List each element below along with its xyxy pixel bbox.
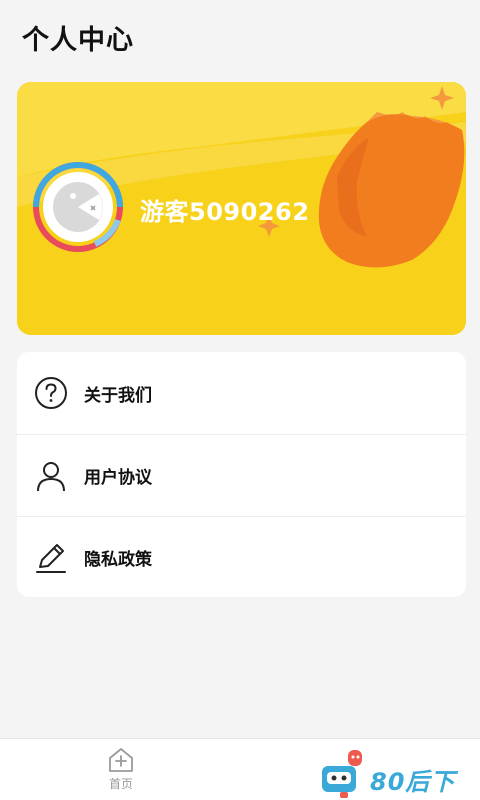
menu-list: 关于我们 用户协议 隐私政策: [17, 352, 466, 597]
avatar[interactable]: [33, 162, 123, 252]
menu-item-user-agreement[interactable]: 用户协议: [17, 434, 466, 516]
watermark-text: 80后下载: [370, 768, 456, 796]
menu-item-privacy-policy[interactable]: 隐私政策: [17, 516, 466, 597]
menu-item-label: 隐私政策: [84, 550, 152, 570]
tab-home-label: 首页: [108, 777, 133, 791]
menu-item-label: 用户协议: [84, 468, 152, 488]
profile-card[interactable]: 游客5090262: [17, 82, 466, 335]
menu-item-label: 关于我们: [84, 385, 152, 406]
username: 游客5090262: [140, 198, 310, 226]
pen-icon: [36, 544, 66, 573]
robot-logo-icon: [322, 750, 362, 798]
menu-item-about[interactable]: 关于我们: [17, 352, 466, 434]
watermark: 80后下载: [318, 748, 480, 800]
home-plus-icon: [109, 748, 133, 772]
user-icon: [37, 462, 65, 492]
page-title: 个人中心: [22, 25, 134, 56]
tab-home[interactable]: 首页: [96, 747, 146, 797]
question-circle-icon: [35, 377, 67, 409]
